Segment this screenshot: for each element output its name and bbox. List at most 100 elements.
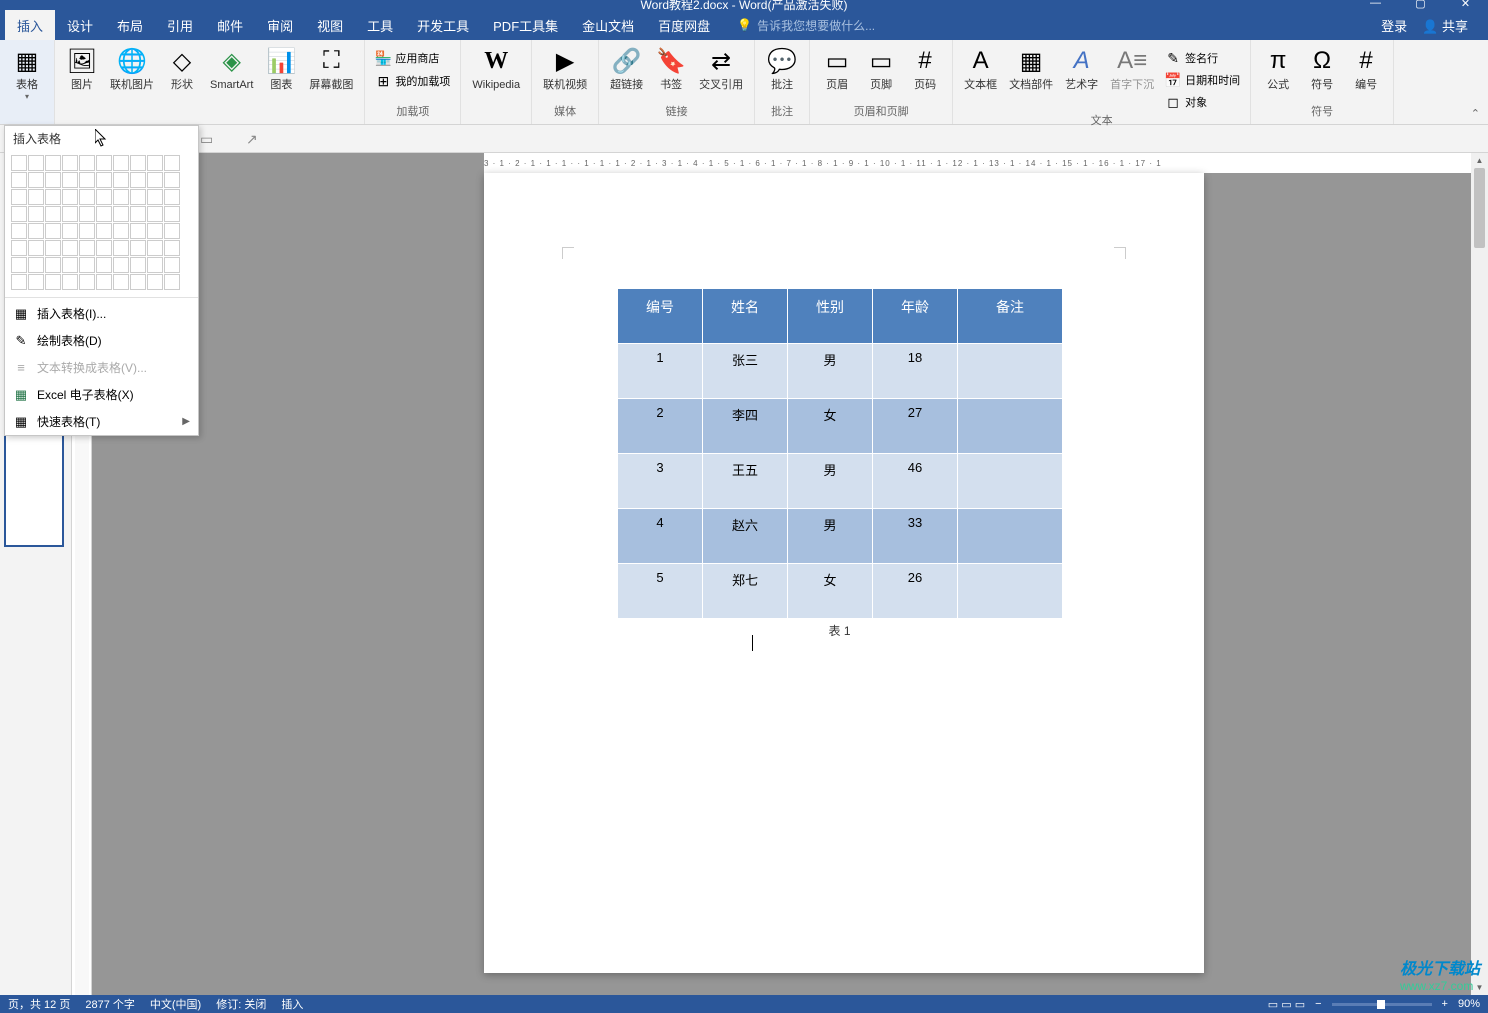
table-cell[interactable] [958,399,1063,454]
table-size-grid[interactable] [5,151,198,295]
maximize-button[interactable]: ▢ [1398,0,1443,10]
table-header[interactable]: 编号 [618,289,703,344]
table-grid-cell[interactable] [28,257,44,273]
table-grid-cell[interactable] [45,172,61,188]
table-grid-cell[interactable] [45,189,61,205]
toolbar-icon-1[interactable]: ▭ [200,131,216,147]
hyperlink-button[interactable]: 🔗 超链接 [605,43,648,94]
table-grid-cell[interactable] [147,172,163,188]
tab-design[interactable]: 设计 [55,10,105,40]
table-grid-cell[interactable] [96,257,112,273]
tab-insert[interactable]: 插入 [5,10,55,40]
quick-table-item[interactable]: ▦ 快速表格(T) ▶ [5,408,198,435]
table-grid-cell[interactable] [130,172,146,188]
table-grid-cell[interactable] [62,206,78,222]
page-status[interactable]: 页，共 12 页 [8,996,70,1012]
table-grid-cell[interactable] [11,223,27,239]
table-grid-cell[interactable] [96,240,112,256]
close-button[interactable]: ✕ [1443,0,1488,10]
table-cell[interactable]: 男 [788,454,873,509]
tab-kingsoft[interactable]: 金山文档 [570,10,646,40]
table-grid-cell[interactable] [45,257,61,273]
table-grid-cell[interactable] [79,223,95,239]
table-grid-cell[interactable] [164,274,180,290]
track-changes-status[interactable]: 修订: 关闭 [216,996,266,1012]
table-grid-cell[interactable] [11,206,27,222]
table-grid-cell[interactable] [147,155,163,171]
table-grid-cell[interactable] [28,223,44,239]
table-row[interactable]: 5郑七女26 [618,564,1063,619]
table-grid-cell[interactable] [130,223,146,239]
signature-button[interactable]: ✎ 签名行 [1161,48,1244,68]
horizontal-ruler[interactable]: 3 · 1 · 2 · 1 · 1 · 1 · · 1 · 1 · 1 · 2 … [484,153,1488,173]
table-grid-cell[interactable] [164,223,180,239]
table-grid-cell[interactable] [96,172,112,188]
table-cell[interactable]: 3 [618,454,703,509]
table-header[interactable]: 备注 [958,289,1063,344]
table-grid-cell[interactable] [79,240,95,256]
table-cell[interactable]: 27 [873,399,958,454]
table-cell[interactable] [958,564,1063,619]
table-cell[interactable]: 郑七 [703,564,788,619]
table-grid-cell[interactable] [113,274,129,290]
toolbar-icon-2[interactable]: ↗ [246,131,262,147]
document-page[interactable]: 编号 姓名 性别 年龄 备注 1张三男182李四女273王五男464赵六男335… [484,173,1204,973]
table-grid-cell[interactable] [79,274,95,290]
table-cell[interactable]: 男 [788,509,873,564]
table-row[interactable]: 4赵六男33 [618,509,1063,564]
table-cell[interactable]: 18 [873,344,958,399]
table-grid-cell[interactable] [113,240,129,256]
zoom-level[interactable]: 90% [1458,998,1480,1010]
table-cell[interactable]: 4 [618,509,703,564]
table-grid-cell[interactable] [28,274,44,290]
language-status[interactable]: 中文(中国) [150,996,201,1012]
table-grid-cell[interactable] [11,274,27,290]
table-grid-cell[interactable] [147,206,163,222]
table-row[interactable]: 2李四女27 [618,399,1063,454]
footer-button[interactable]: ▭ 页脚 [860,43,902,94]
table-grid-cell[interactable] [45,223,61,239]
tab-developer[interactable]: 开发工具 [405,10,481,40]
table-grid-cell[interactable] [45,155,61,171]
table-header[interactable]: 性别 [788,289,873,344]
table-grid-cell[interactable] [164,172,180,188]
table-grid-cell[interactable] [79,155,95,171]
table-grid-cell[interactable] [96,155,112,171]
table-grid-cell[interactable] [113,206,129,222]
table-grid-cell[interactable] [147,189,163,205]
symbol-button[interactable]: Ω 符号 [1301,43,1343,94]
table-cell[interactable]: 张三 [703,344,788,399]
draw-table-item[interactable]: ✎ 绘制表格(D) [5,327,198,354]
table-cell[interactable]: 46 [873,454,958,509]
table-cell[interactable]: 李四 [703,399,788,454]
vertical-scrollbar[interactable]: ▲ ▼ [1471,153,1488,995]
table-grid-cell[interactable] [79,257,95,273]
table-header[interactable]: 姓名 [703,289,788,344]
table-button[interactable]: ▦ 表格 ▾ [6,43,48,103]
smartart-button[interactable]: ◈ SmartArt [205,43,258,94]
zoom-handle[interactable] [1377,1000,1385,1009]
table-grid-cell[interactable] [147,257,163,273]
table-grid-cell[interactable] [96,274,112,290]
object-button[interactable]: ◻ 对象 [1161,92,1244,112]
table-grid-cell[interactable] [62,274,78,290]
tab-view[interactable]: 视图 [305,10,355,40]
table-grid-cell[interactable] [164,206,180,222]
table-grid-cell[interactable] [28,189,44,205]
chart-button[interactable]: 📊 图表 [260,43,302,94]
table-row[interactable]: 1张三男18 [618,344,1063,399]
table-grid-cell[interactable] [79,189,95,205]
table-grid-cell[interactable] [45,240,61,256]
scroll-up-button[interactable]: ▲ [1471,153,1488,168]
login-link[interactable]: 登录 [1381,16,1407,35]
tab-pdf[interactable]: PDF工具集 [481,10,570,40]
table-grid-cell[interactable] [164,189,180,205]
datetime-button[interactable]: 📅 日期和时间 [1161,70,1244,90]
equation-button[interactable]: π 公式 [1257,43,1299,94]
table-grid-cell[interactable] [96,206,112,222]
table-caption[interactable]: 表 1 [617,622,1062,639]
table-grid-cell[interactable] [62,172,78,188]
header-button[interactable]: ▭ 页眉 [816,43,858,94]
dropcap-button[interactable]: A≡ 首字下沉 [1105,43,1159,94]
table-grid-cell[interactable] [113,257,129,273]
